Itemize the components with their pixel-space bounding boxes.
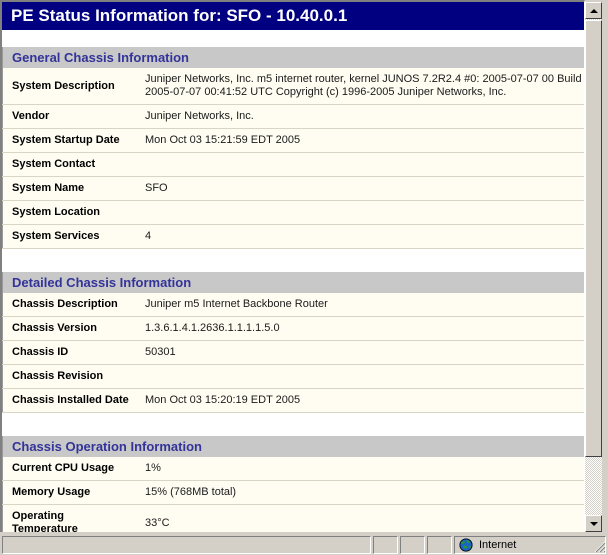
section-spacer	[2, 413, 584, 436]
value-line: Juniper Networks, Inc. m5 internet route…	[145, 73, 585, 85]
resize-grip-icon[interactable]	[591, 538, 607, 554]
table-row: System Startup Date Mon Oct 03 15:21:59 …	[2, 128, 584, 153]
info-table: Current CPU Usage 1% Memory Usage 15% (7…	[2, 457, 584, 532]
row-label: System Contact	[2, 152, 134, 177]
table-row: Operating Temperature 33°C	[2, 504, 584, 532]
status-message-panel	[2, 536, 371, 554]
row-value: 15% (768MB total)	[134, 480, 584, 505]
status-panel-1	[373, 536, 398, 554]
info-table: Chassis Description Juniper m5 Internet …	[2, 293, 584, 413]
row-value: SFO	[134, 176, 584, 201]
row-value: Mon Oct 03 15:20:19 EDT 2005	[134, 388, 584, 413]
value-line: 2005-07-07 00:41:52 UTC Copyright (c) 19…	[145, 86, 507, 98]
section-spacer	[2, 249, 584, 272]
row-value	[134, 200, 584, 225]
scroll-down-button[interactable]	[585, 515, 602, 532]
row-value: 4	[134, 224, 584, 249]
row-label: System Name	[2, 176, 134, 201]
status-panel-2	[400, 536, 425, 554]
triangle-down-icon	[589, 521, 598, 526]
row-value: Juniper Networks, Inc. m5 internet route…	[134, 68, 584, 105]
row-label: Chassis Installed Date	[2, 388, 134, 413]
vertical-scrollbar[interactable]	[585, 2, 602, 532]
section-detailed-chassis-information: Detailed Chassis Information Chassis Des…	[2, 272, 584, 413]
section-general-chassis-information: General Chassis Information System Descr…	[2, 47, 584, 249]
table-row: System Contact	[2, 152, 584, 177]
row-label: System Startup Date	[2, 128, 134, 153]
row-label: Memory Usage	[2, 480, 134, 505]
table-row: Chassis Installed Date Mon Oct 03 15:20:…	[2, 388, 584, 413]
row-value	[134, 152, 584, 177]
section-chassis-operation-information: Chassis Operation Information Current CP…	[2, 436, 584, 532]
table-row: Current CPU Usage 1%	[2, 457, 584, 481]
row-label: Current CPU Usage	[2, 457, 134, 481]
table-row: Chassis ID 50301	[2, 340, 584, 365]
triangle-up-icon	[589, 8, 598, 13]
document-viewport: PE Status Information for: SFO - 10.40.0…	[0, 0, 585, 532]
row-label: Chassis Version	[2, 316, 134, 341]
row-label: Chassis Revision	[2, 364, 134, 389]
status-bar: Internet	[0, 532, 608, 555]
row-value: 1%	[134, 457, 584, 481]
scroll-up-button[interactable]	[585, 2, 602, 19]
row-label: System Description	[2, 68, 134, 105]
row-value: 33°C	[134, 504, 584, 532]
table-row: Memory Usage 15% (768MB total)	[2, 480, 584, 505]
row-value: Mon Oct 03 15:21:59 EDT 2005	[134, 128, 584, 153]
title-spacer	[2, 30, 584, 47]
table-row: Chassis Description Juniper m5 Internet …	[2, 293, 584, 317]
page-title: PE Status Information for: SFO - 10.40.0…	[2, 2, 584, 30]
table-row: System Name SFO	[2, 176, 584, 201]
status-page: PE Status Information for: SFO - 10.40.0…	[2, 2, 584, 532]
table-row: System Location	[2, 200, 584, 225]
row-label: Operating Temperature	[2, 504, 134, 532]
table-row: System Description Juniper Networks, Inc…	[2, 68, 584, 105]
security-zone-panel[interactable]: Internet	[454, 536, 606, 554]
status-panel-3	[427, 536, 452, 554]
row-value: 50301	[134, 340, 584, 365]
section-header: Chassis Operation Information	[2, 436, 584, 457]
row-label: System Location	[2, 200, 134, 225]
table-row: System Services 4	[2, 224, 584, 249]
security-zone-label: Internet	[479, 539, 517, 551]
section-header: General Chassis Information	[2, 47, 584, 68]
row-label: Chassis ID	[2, 340, 134, 365]
table-row: Vendor Juniper Networks, Inc.	[2, 104, 584, 129]
table-row: Chassis Version 1.3.6.1.4.1.2636.1.1.1.1…	[2, 316, 584, 341]
scrollbar-thumb[interactable]	[585, 20, 602, 457]
section-header: Detailed Chassis Information	[2, 272, 584, 293]
table-row: Chassis Revision	[2, 364, 584, 389]
row-value: 1.3.6.1.4.1.2636.1.1.1.1.5.0	[134, 316, 584, 341]
row-value: Juniper m5 Internet Backbone Router	[134, 293, 584, 317]
browser-window: PE Status Information for: SFO - 10.40.0…	[0, 0, 608, 555]
row-label: Chassis Description	[2, 293, 134, 317]
info-table: System Description Juniper Networks, Inc…	[2, 68, 584, 249]
row-value	[134, 364, 584, 389]
row-label: Vendor	[2, 104, 134, 129]
row-label: System Services	[2, 224, 134, 249]
row-value: Juniper Networks, Inc.	[134, 104, 584, 129]
globe-icon	[459, 538, 473, 552]
